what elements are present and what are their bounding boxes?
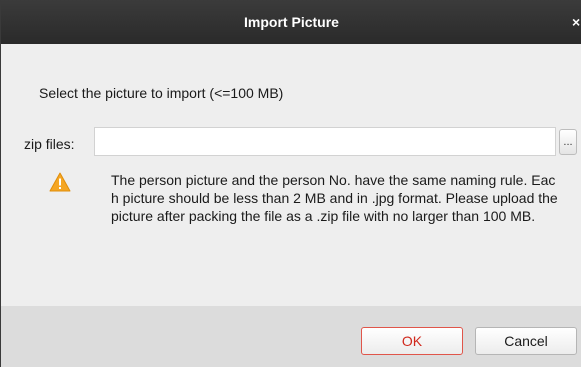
import-note: The person picture and the person No. ha…	[111, 172, 558, 224]
dialog-titlebar: Import Picture ×	[1, 0, 581, 44]
dialog-title: Import Picture	[244, 14, 339, 30]
import-picture-dialog: Import Picture × Select the picture to i…	[0, 0, 581, 367]
browse-button[interactable]: ...	[559, 129, 577, 155]
cancel-button[interactable]: Cancel	[475, 327, 577, 355]
close-icon[interactable]: ×	[572, 14, 581, 30]
zip-files-label: zip files:	[24, 136, 75, 152]
ok-button[interactable]: OK	[361, 327, 463, 355]
warning-triangle-icon	[49, 172, 71, 192]
import-prompt: Select the picture to import (<=100 MB)	[39, 85, 284, 101]
zip-file-path-input[interactable]	[94, 127, 556, 156]
